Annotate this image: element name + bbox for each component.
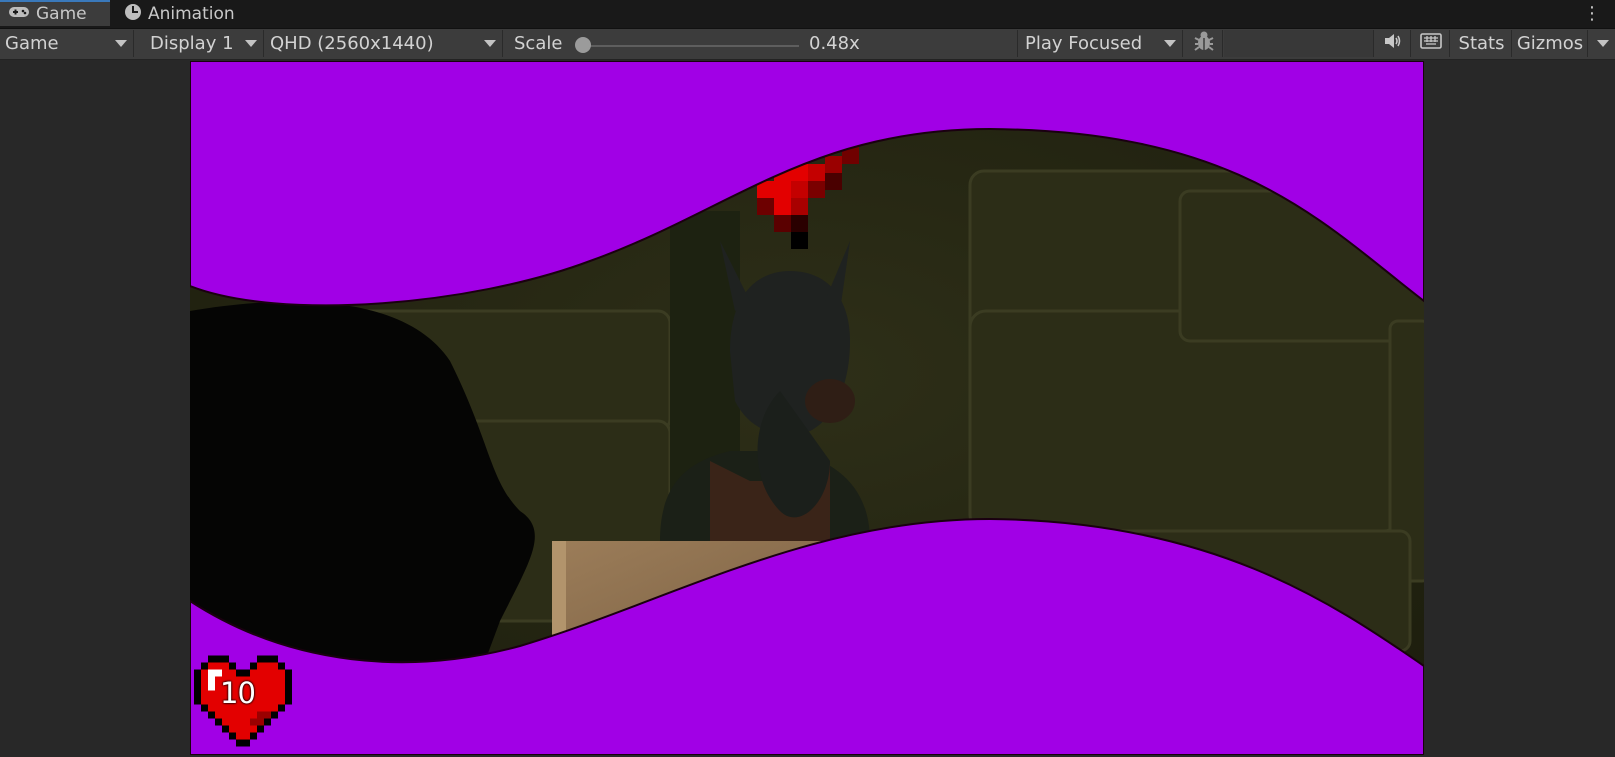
tab-animation[interactable]: Animation — [122, 0, 235, 28]
keyboard-icon — [1419, 33, 1442, 54]
gizmos-menu-dropdown[interactable] — [1589, 30, 1615, 57]
scale-value: 0.48x — [809, 33, 860, 54]
clock-icon — [124, 3, 142, 26]
mute-audio-button[interactable] — [1375, 30, 1411, 57]
bug-icon — [1192, 30, 1216, 57]
game-view-toolbar: Game Display 1 QHD (2560x1440) Scale Pla… — [0, 29, 1615, 60]
audio-icon — [1383, 32, 1403, 55]
gizmos-button[interactable]: Gizmos — [1513, 30, 1588, 57]
tab-animation-label: Animation — [148, 4, 235, 24]
view-mode-label: Game — [5, 33, 59, 54]
toolbar-spacer — [1224, 30, 1374, 57]
resolution-label: QHD (2560x1440) — [270, 33, 434, 54]
tab-game-label: Game — [36, 4, 87, 24]
more-options-icon[interactable]: ⋮ — [1583, 3, 1601, 25]
chevron-down-icon — [245, 40, 257, 47]
scale-slider-handle[interactable] — [575, 37, 591, 53]
gamepad-icon — [8, 4, 30, 24]
chevron-down-icon — [1164, 40, 1176, 47]
chevron-down-icon — [484, 40, 496, 47]
display-label: Display 1 — [150, 33, 234, 54]
game-scene — [190, 61, 1424, 755]
display-dropdown[interactable]: Display 1 — [136, 30, 264, 57]
shortcuts-button[interactable] — [1412, 30, 1450, 57]
chevron-down-icon — [115, 40, 127, 47]
view-mode-dropdown[interactable]: Game — [0, 30, 134, 57]
gizmos-label: Gizmos — [1516, 33, 1584, 54]
stats-label: Stats — [1458, 33, 1505, 54]
play-mode-dropdown[interactable]: Play Focused — [1020, 30, 1183, 57]
scale-label: Scale — [514, 33, 563, 54]
tab-game[interactable]: Game — [0, 0, 110, 26]
debug-button[interactable] — [1185, 30, 1223, 57]
resolution-dropdown[interactable]: QHD (2560x1440) — [265, 30, 503, 57]
editor-tab-bar: Game Animation ⋮ — [0, 0, 1615, 29]
stats-button[interactable]: Stats — [1452, 30, 1512, 57]
game-view-render[interactable] — [190, 61, 1424, 755]
chevron-down-icon — [1597, 40, 1609, 47]
scale-slider-track[interactable] — [585, 45, 799, 47]
play-mode-label: Play Focused — [1025, 33, 1143, 54]
health-counter: 10 — [220, 676, 256, 710]
